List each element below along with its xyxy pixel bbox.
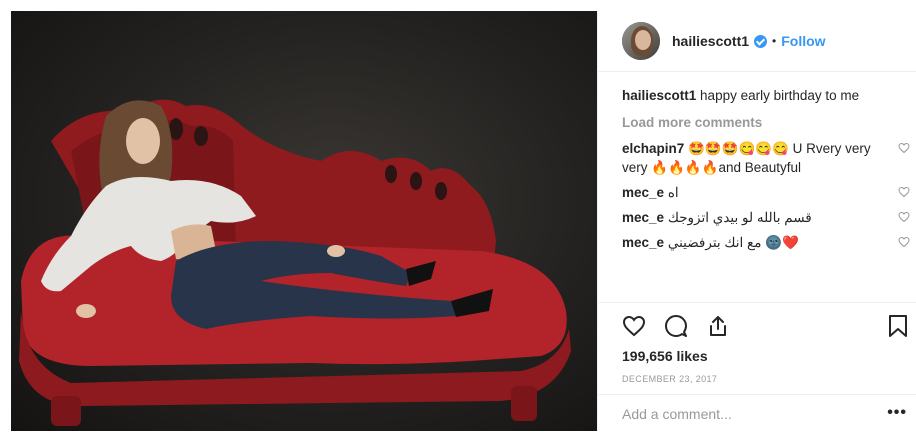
comment-text: مع انك بترفضيني 🌚❤️ [667, 235, 799, 250]
comment-like-icon[interactable] [898, 211, 910, 223]
comment-item: mec_e اه [622, 183, 916, 202]
avatar[interactable] [622, 22, 660, 60]
likes-count[interactable]: 199,656 likes [622, 348, 708, 364]
caption-username[interactable]: hailiescott1 [622, 88, 696, 103]
comment-text: قسم بالله لو بيدي اتزوجك [667, 210, 812, 225]
comment-like-icon[interactable] [898, 236, 910, 248]
share-icon[interactable] [706, 314, 730, 338]
more-options-icon[interactable]: ••• [887, 404, 907, 422]
heart-icon[interactable] [622, 314, 646, 338]
post-date: DECEMBER 23, 2017 [622, 374, 718, 384]
follow-button[interactable]: Follow [781, 33, 825, 49]
verified-badge-icon [754, 34, 768, 48]
comments-list: hailiescott1 happy early birthday to me … [598, 72, 916, 312]
username-link[interactable]: hailiescott1 [672, 33, 749, 49]
comment-icon[interactable] [664, 314, 688, 338]
comment-username[interactable]: mec_e [622, 185, 664, 200]
comment-like-icon[interactable] [898, 142, 910, 154]
post-actions: 199,656 likes DECEMBER 23, 2017 ••• [598, 302, 916, 432]
load-more-comments-button[interactable]: Load more comments [622, 115, 916, 130]
post-header: hailiescott1 • Follow [598, 11, 916, 72]
comment-username[interactable]: mec_e [622, 235, 664, 250]
comment-username[interactable]: mec_e [622, 210, 664, 225]
caption-text: happy early birthday to me [700, 88, 860, 103]
add-comment-input[interactable] [622, 405, 872, 422]
add-comment-row: ••• [598, 394, 916, 432]
comment-username[interactable]: elchapin7 [622, 141, 684, 156]
caption: hailiescott1 happy early birthday to me [622, 86, 916, 105]
comment-item: mec_e مع انك بترفضيني 🌚❤️ [622, 233, 916, 252]
comment-item: mec_e قسم بالله لو بيدي اتزوجك [622, 208, 916, 227]
comment-like-icon[interactable] [898, 186, 910, 198]
post-side-panel: hailiescott1 • Follow hailiescott1 happy… [597, 11, 916, 431]
comment-text: اه [667, 185, 679, 200]
action-icons [622, 314, 730, 338]
photo-illustration [19, 99, 571, 426]
post-photo[interactable] [11, 11, 597, 431]
bookmark-icon[interactable] [887, 314, 909, 338]
separator-dot: • [772, 34, 777, 48]
comment-item: elchapin7 🤩🤩🤩😋😋😋 U Rvery very very 🔥🔥🔥🔥a… [622, 139, 916, 177]
